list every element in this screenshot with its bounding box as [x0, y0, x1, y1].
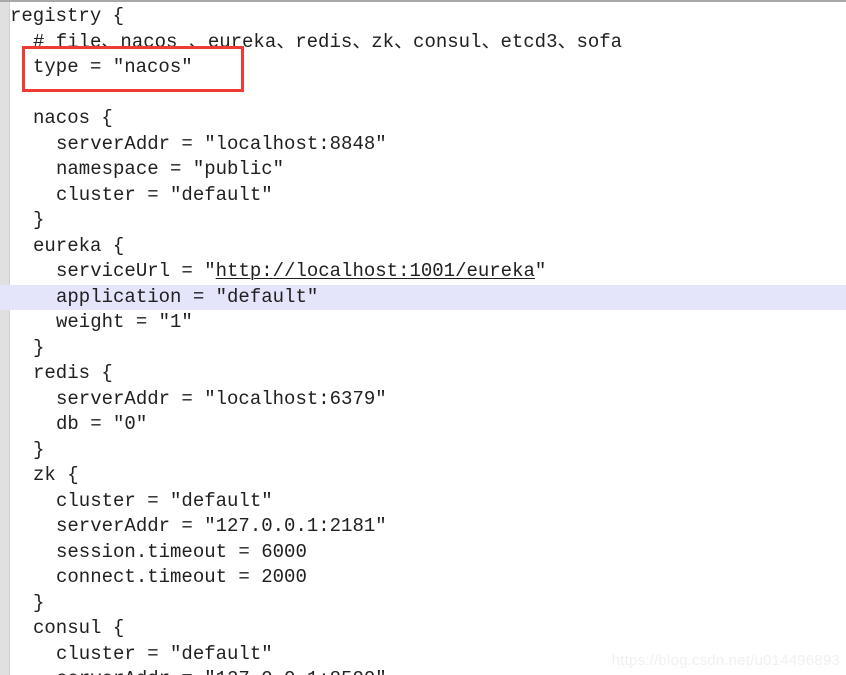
code-line[interactable]: weight = "1" [0, 310, 846, 336]
code-text: db = "0" [56, 413, 148, 435]
code-line[interactable]: registry { [0, 4, 846, 30]
code-line[interactable]: # file、nacos 、eureka、redis、zk、consul、etc… [0, 30, 846, 56]
code-text: redis { [33, 362, 113, 384]
code-text: namespace = "public" [56, 158, 285, 180]
code-line[interactable]: } [0, 208, 846, 234]
code-line[interactable]: } [0, 591, 846, 617]
watermark-url: https://blog.csdn.net/u014496893 [611, 652, 840, 669]
code-line[interactable]: cluster = "default" [0, 183, 846, 209]
code-text: cluster = "default" [56, 642, 273, 665]
code-text: session.timeout = 6000 [56, 540, 307, 563]
code-content[interactable]: registry { # file、nacos 、eureka、redis、zk、… [0, 2, 846, 675]
code-line[interactable]: connect.timeout = 2000 [0, 565, 846, 591]
code-line[interactable]: zk { [0, 463, 846, 489]
code-editor-pane[interactable]: registry { # file、nacos 、eureka、redis、zk、… [0, 0, 846, 675]
code-line[interactable]: namespace = "public" [0, 157, 846, 183]
code-line[interactable]: eureka { [0, 234, 846, 260]
code-text: } [33, 591, 45, 614]
code-line[interactable] [0, 81, 846, 107]
code-line[interactable]: serviceUrl = "http://localhost:1001/eure… [0, 259, 846, 285]
code-text: serverAddr = "127.0.0.1:8500" [56, 668, 387, 675]
code-text: cluster = "default" [56, 489, 273, 512]
code-line[interactable]: consul { [0, 616, 846, 642]
code-line[interactable]: } [0, 336, 846, 362]
code-text: # file、nacos 、eureka、redis、zk、consul、etc… [33, 30, 623, 53]
code-text: type = "nacos" [33, 56, 193, 78]
code-text: serverAddr = "localhost:6379" [56, 387, 387, 410]
code-text: serverAddr = "localhost:8848" [56, 132, 387, 155]
code-text: " [534, 260, 547, 282]
code-text: } [33, 209, 45, 231]
code-line[interactable]: cluster = "default" [0, 489, 846, 515]
code-text: connect.timeout = 2000 [56, 566, 307, 588]
code-text: registry { [10, 5, 125, 27]
code-text: serviceUrl = " [56, 260, 216, 282]
code-text: nacos { [33, 107, 113, 129]
code-text: cluster = "default" [56, 183, 273, 206]
code-line[interactable]: serverAddr = "localhost:6379" [0, 387, 846, 413]
code-line[interactable]: type = "nacos" [0, 55, 846, 81]
code-line[interactable]: db = "0" [0, 412, 846, 438]
service-url-link[interactable]: http://localhost:1001/eureka [216, 260, 535, 282]
code-text: zk { [33, 464, 79, 486]
code-line[interactable]: } [0, 438, 846, 464]
code-line[interactable]: serverAddr = "localhost:8848" [0, 132, 846, 158]
code-text: weight = "1" [56, 311, 193, 333]
code-line[interactable]: redis { [0, 361, 846, 387]
code-text: serverAddr = "127.0.0.1:2181" [56, 515, 387, 537]
code-line[interactable]: application = "default" [0, 284, 846, 310]
code-line[interactable]: nacos { [0, 106, 846, 132]
code-text: eureka { [33, 234, 125, 257]
code-text: } [33, 336, 45, 359]
code-text: application = "default" [56, 285, 319, 308]
code-line[interactable]: serverAddr = "127.0.0.1:2181" [0, 514, 846, 540]
code-line[interactable]: session.timeout = 6000 [0, 540, 846, 566]
code-text: consul { [33, 617, 125, 639]
code-text: } [33, 438, 45, 461]
